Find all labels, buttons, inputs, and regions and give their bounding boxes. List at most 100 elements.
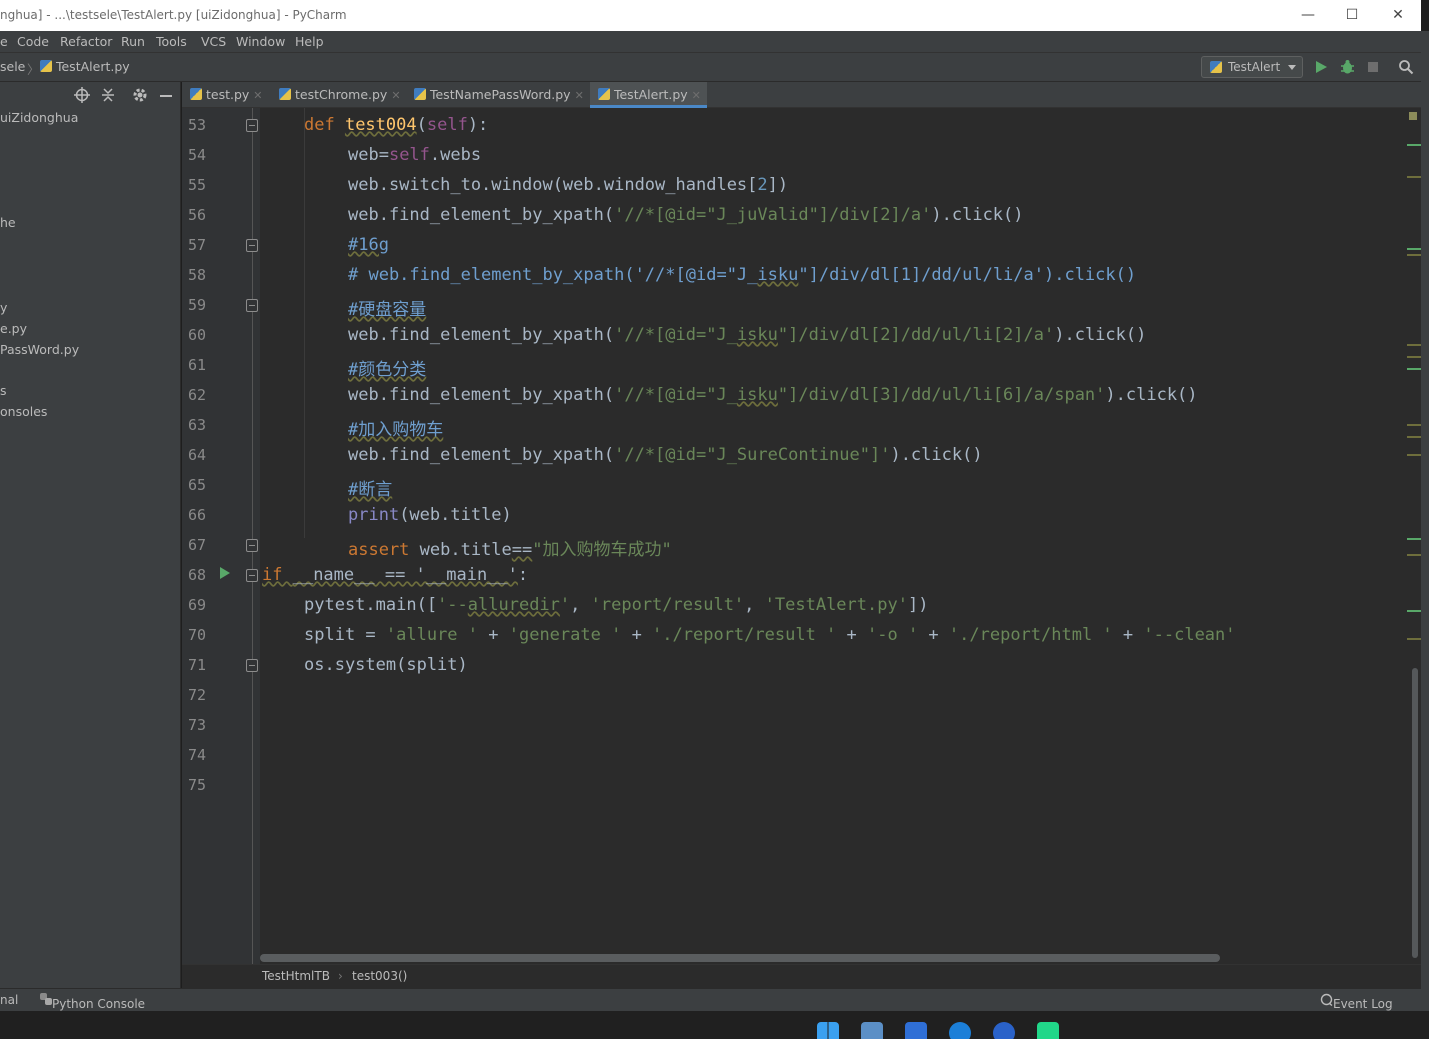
close-tab-icon[interactable]: ✕ (575, 89, 584, 102)
close-tab-icon[interactable]: ✕ (253, 89, 262, 102)
menu-item-edit[interactable]: e (0, 34, 8, 49)
wps-icon[interactable] (905, 1022, 927, 1039)
tree-item-file-password[interactable]: PassWord.py (0, 342, 79, 357)
code-editor[interactable]: 53 54 55 56 57 58 59 60 61 62 63 64 65 6… (182, 108, 1421, 964)
menu-item-window[interactable]: Window (236, 34, 285, 49)
fold-marker-icon[interactable] (246, 239, 258, 252)
stripe-marker[interactable] (1407, 144, 1421, 146)
stripe-marker[interactable] (1407, 368, 1421, 370)
inspection-status-icon[interactable] (1409, 112, 1417, 120)
title-bar: nghua] - ...\testsele\TestAlert.py [uiZi… (0, 0, 1421, 31)
gutter-divider (252, 108, 253, 964)
stop-icon[interactable] (1367, 61, 1379, 73)
windows-start-icon[interactable] (817, 1022, 839, 1039)
window-title: nghua] - ...\testsele\TestAlert.py [uiZi… (0, 8, 347, 22)
breadcrumb-method[interactable]: test003() (352, 969, 407, 983)
fold-marker-icon[interactable] (246, 569, 258, 582)
fold-marker-icon[interactable] (246, 119, 258, 132)
run-configuration-select[interactable]: TestAlert (1201, 56, 1303, 78)
menu-item-vcs[interactable]: VCS (201, 34, 226, 49)
app-k-icon[interactable] (993, 1022, 1015, 1039)
browser-icon[interactable] (949, 1022, 971, 1039)
line-number: 58 (188, 266, 207, 284)
search-icon[interactable] (1398, 59, 1414, 75)
hide-panel-icon[interactable] (157, 86, 175, 104)
stripe-marker[interactable] (1407, 538, 1421, 540)
line-number: 61 (188, 356, 207, 374)
vertical-scrollbar[interactable] (1412, 668, 1418, 958)
stripe-marker[interactable] (1407, 248, 1421, 250)
line-number: 73 (188, 716, 207, 734)
run-icon[interactable] (1314, 60, 1328, 74)
menu-item-tools[interactable]: Tools (156, 34, 187, 49)
close-tab-icon[interactable]: ✕ (692, 89, 701, 102)
line-number: 57 (188, 236, 207, 254)
terminal-tab[interactable]: nal (0, 993, 18, 1007)
editor-tab-bar: test.py ✕ testChrome.py ✕ TestNamePassWord… (182, 82, 1421, 108)
fold-marker-icon[interactable] (246, 299, 258, 312)
tree-item-cache[interactable]: he (0, 215, 16, 230)
code-line-66: print(web.title) (348, 505, 512, 525)
line-number: 68 (188, 566, 207, 584)
tree-item-libraries[interactable]: s (0, 383, 7, 398)
stripe-marker[interactable] (1407, 638, 1421, 640)
close-tab-icon[interactable]: ✕ (391, 89, 400, 102)
tab-testchrome-py[interactable]: testChrome.py ✕ (279, 82, 401, 108)
maximize-button[interactable]: ☐ (1332, 4, 1372, 26)
python-console-tab[interactable]: Python Console (40, 993, 145, 1011)
menu-bar: e Code Refactor Run Tools VCS Window Hel… (0, 31, 1421, 53)
line-number: 54 (188, 146, 207, 164)
minimize-button[interactable]: — (1288, 4, 1328, 26)
fold-marker-icon[interactable] (246, 659, 258, 672)
code-line-55: web.switch_to.window(web.window_handles[… (348, 175, 789, 195)
menu-item-refactor[interactable]: Refactor (60, 34, 112, 49)
fold-marker-icon[interactable] (246, 539, 258, 552)
tree-item-project-root[interactable]: uiZidonghua (0, 110, 78, 125)
code-line-60: web.find_element_by_xpath('//*[@id="J_is… (348, 325, 1147, 345)
file-explorer-icon[interactable] (861, 1022, 883, 1039)
run-gutter-icon[interactable] (220, 567, 230, 579)
event-log-tab[interactable]: Event Log (1320, 993, 1393, 1011)
stripe-marker[interactable] (1407, 356, 1421, 358)
horizontal-scrollbar[interactable] (260, 954, 1220, 962)
pycharm-icon[interactable] (1037, 1022, 1059, 1039)
collapse-all-icon[interactable] (99, 86, 117, 104)
stripe-marker[interactable] (1407, 610, 1421, 612)
tree-item-file-epy[interactable]: e.py (0, 321, 27, 336)
stripe-marker[interactable] (1407, 436, 1421, 438)
debug-icon[interactable] (1340, 59, 1355, 75)
tab-testnamepassword-py[interactable]: TestNamePassWord.py ✕ (414, 82, 584, 108)
breadcrumb-separator: › (338, 969, 343, 983)
stripe-marker[interactable] (1407, 424, 1421, 426)
line-number: 63 (188, 416, 207, 434)
locate-icon[interactable] (73, 86, 91, 104)
breadcrumb-file[interactable]: TestAlert.py (40, 59, 130, 74)
stripe-marker[interactable] (1407, 254, 1421, 256)
code-breadcrumb: TestHtmlTB › test003() (182, 964, 1421, 988)
close-button[interactable]: ✕ (1378, 4, 1418, 26)
tree-item-scratches-consoles[interactable]: onsoles (0, 404, 47, 419)
tree-item-file-y[interactable]: y (0, 300, 7, 315)
line-number: 60 (188, 326, 207, 344)
line-number: 67 (188, 536, 207, 554)
python-file-icon (598, 88, 610, 100)
code-line-58: # web.find_element_by_xpath('//*[@id="J_… (348, 265, 1137, 285)
indent-guide (304, 108, 305, 538)
tab-test-py[interactable]: test.py ✕ (190, 82, 263, 108)
gear-icon[interactable] (131, 86, 149, 104)
line-number: 72 (188, 686, 207, 704)
line-number: 70 (188, 626, 207, 644)
menu-item-run[interactable]: Run (121, 34, 145, 49)
stripe-marker[interactable] (1407, 454, 1421, 456)
stripe-marker[interactable] (1407, 176, 1421, 178)
tab-testalert-py[interactable]: TestAlert.py ✕ (590, 82, 707, 108)
stripe-marker[interactable] (1407, 554, 1421, 556)
os-taskbar (0, 1011, 1429, 1039)
stripe-marker[interactable] (1407, 344, 1421, 346)
menu-item-help[interactable]: Help (295, 34, 324, 49)
menu-item-code[interactable]: Code (17, 34, 49, 49)
run-configuration-label: TestAlert (1228, 60, 1281, 74)
line-number: 75 (188, 776, 207, 794)
breadcrumb-class[interactable]: TestHtmlTB (262, 969, 330, 983)
breadcrumb-folder[interactable]: sele (0, 59, 25, 74)
